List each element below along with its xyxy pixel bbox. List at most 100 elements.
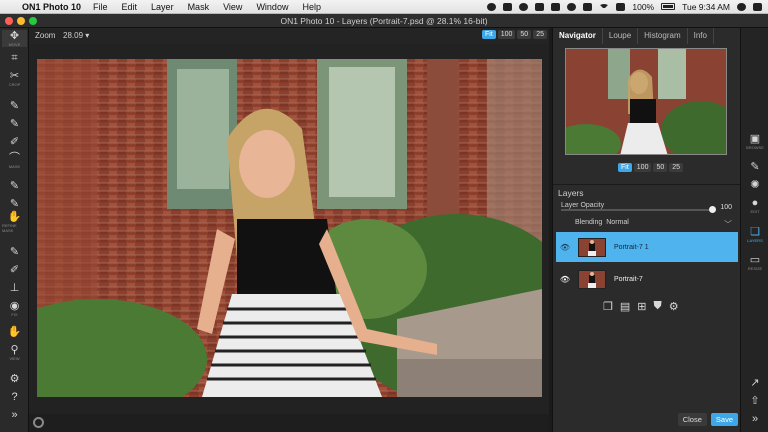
nav-zoom-25-button[interactable]: 25 <box>669 163 684 172</box>
layer-name: Portrait-7 <box>614 275 643 283</box>
close-button[interactable]: Close <box>677 413 707 426</box>
layer-settings-gear-icon[interactable]: ⚙ <box>669 300 679 313</box>
blending-row[interactable]: Blending Normal <box>553 219 741 226</box>
help-icon: ? <box>11 391 18 403</box>
collapse-panel-button[interactable]: » <box>743 407 767 431</box>
fill-layer-icon[interactable]: ⛊ <box>654 300 662 313</box>
display-icon[interactable] <box>551 2 561 11</box>
module-bar: ▣ BROWSE ✎ ✺ ● EDIT ❑ LAYERS ▭ RESIZE ↗ … <box>740 28 768 432</box>
menu-view[interactable]: View <box>223 2 242 12</box>
module-layers[interactable]: ❑ LAYERS <box>743 222 767 246</box>
zoom-fit-button[interactable]: Fit <box>481 30 496 39</box>
layer-row-portrait-7[interactable]: 👁 Portrait-7 <box>556 264 738 294</box>
chisel-icon: ✎ <box>9 198 20 210</box>
nav-zoom-100-button[interactable]: 100 <box>633 163 652 172</box>
preview-toggle-icon[interactable] <box>33 417 44 428</box>
portrait-photo[interactable] <box>37 59 542 397</box>
settings-tool[interactable]: ⚙ <box>2 371 27 388</box>
navigator-thumbnail[interactable] <box>565 48 727 155</box>
crop-tool[interactable]: ⌗ <box>2 50 27 67</box>
layer-thumbnail <box>578 237 606 257</box>
layer-visibility-eye-icon[interactable]: 👁 <box>556 243 574 252</box>
clone-stamp-tool[interactable]: ⊥ <box>2 280 27 297</box>
module-resize[interactable]: ▭ RESIZE <box>743 250 767 274</box>
wifi-icon[interactable] <box>599 3 610 10</box>
module-edit[interactable]: ● EDIT <box>743 193 767 217</box>
volume-icon[interactable] <box>616 2 626 11</box>
right-panel: Navigator Loupe Histogram Info Fit 100 5… <box>552 28 741 432</box>
menu-help[interactable]: Help <box>302 2 321 12</box>
tab-info[interactable]: Info <box>688 28 714 44</box>
refine-brush-tool[interactable]: ✎ <box>2 178 27 195</box>
zoom-100-button[interactable]: 100 <box>497 30 516 39</box>
chevron-down-icon[interactable]: ﹀ <box>724 219 732 230</box>
new-layer-icon[interactable]: ▤ <box>620 300 630 313</box>
opacity-slider-handle[interactable] <box>709 206 716 213</box>
menu-edit[interactable]: Edit <box>122 2 138 12</box>
collapse-sidebar-tool[interactable]: » <box>2 407 27 424</box>
image-canvas[interactable] <box>29 44 549 414</box>
mask-tool[interactable]: ⌒ MASK <box>2 152 27 169</box>
minimize-window-icon[interactable] <box>17 17 25 25</box>
layer-row-portrait-7-1[interactable]: 👁 Portrait-7 1 <box>556 232 738 262</box>
eraser-icon: ✐ <box>9 264 20 276</box>
brush-icon: ✎ <box>9 100 20 112</box>
tab-histogram[interactable]: Histogram <box>638 28 688 44</box>
module-browse-label: BROWSE <box>746 144 764 150</box>
creative-cloud-icon[interactable] <box>487 2 497 11</box>
battery-icon[interactable] <box>661 3 676 10</box>
tab-navigator[interactable]: Navigator <box>553 28 603 44</box>
layer-opacity-slider[interactable] <box>561 206 716 213</box>
masking-bug-tool[interactable]: ✎ <box>2 116 27 133</box>
close-window-icon[interactable] <box>5 17 13 25</box>
notification-center-icon[interactable] <box>753 2 762 11</box>
app-menu[interactable]: ON1 Photo 10 <box>22 2 81 12</box>
refine-mask-label: REFINE MASK <box>2 223 17 233</box>
zoom-tool[interactable]: ⚲ VIEW <box>2 344 27 361</box>
sync-icon[interactable] <box>519 2 529 11</box>
transform-tool[interactable]: ✂ CROP <box>2 70 27 87</box>
module-edit-label: EDIT <box>750 208 760 214</box>
retouch-brush-tool[interactable]: ✎ <box>2 244 27 261</box>
red-eye-tool[interactable]: ◉ FIX <box>2 300 27 317</box>
nav-zoom-fit-button[interactable]: Fit <box>618 163 632 172</box>
move-tool-label: MOVE <box>8 41 21 47</box>
perfect-eraser-tool[interactable]: ✐ <box>2 262 27 279</box>
menu-window[interactable]: Window <box>256 2 288 12</box>
menu-file[interactable]: File <box>93 2 108 12</box>
mask-tool-label: MASK <box>8 163 21 169</box>
time-machine-icon[interactable] <box>567 2 577 11</box>
menu-mask[interactable]: Mask <box>188 2 210 12</box>
spotlight-icon[interactable] <box>737 2 746 11</box>
layer-visibility-eye-icon[interactable]: 👁 <box>556 275 574 284</box>
menubar-clock[interactable]: Tue 9:34 AM <box>682 2 730 12</box>
zoom-50-button[interactable]: 50 <box>517 30 532 39</box>
zoom-window-icon[interactable] <box>29 17 37 25</box>
bluetooth-icon[interactable] <box>583 2 593 11</box>
module-browse[interactable]: ▣ BROWSE <box>743 129 767 153</box>
zoom-buttons: Fit 100 50 25 <box>481 30 547 39</box>
refine-mask-tool[interactable]: ✋ REFINE MASK <box>2 212 27 234</box>
scissors-icon: ✂ <box>9 69 20 82</box>
hand-tool[interactable]: ✋ <box>2 324 27 341</box>
gradient-mask-tool[interactable]: ✐ <box>2 134 27 151</box>
dropbox-icon[interactable] <box>503 2 513 11</box>
zoom-25-button[interactable]: 25 <box>533 30 547 39</box>
gear-icon: ⚙ <box>9 373 20 385</box>
merge-layers-icon[interactable]: ⊞ <box>637 300 646 313</box>
hand-icon: ✋ <box>7 326 22 338</box>
tab-loupe[interactable]: Loupe <box>603 28 639 44</box>
nav-zoom-50-button[interactable]: 50 <box>653 163 668 172</box>
help-tool[interactable]: ? <box>2 389 27 406</box>
layers-title: Layers <box>553 184 741 198</box>
move-tool[interactable]: ✥ MOVE <box>2 30 27 47</box>
zoom-value[interactable]: 28.09 ▾ <box>63 31 89 40</box>
save-button[interactable]: Save <box>710 413 738 426</box>
share-icon: ⇧ <box>750 395 760 407</box>
evernote-icon[interactable] <box>535 2 545 11</box>
duplicate-layer-icon[interactable]: ❐ <box>603 300 613 313</box>
fix-tool-label: FIX <box>11 311 18 317</box>
masking-brush-tool[interactable]: ✎ <box>2 98 27 115</box>
menu-layer[interactable]: Layer <box>151 2 174 12</box>
window-titlebar: ON1 Photo 10 - Layers (Portrait-7.psd @ … <box>0 14 768 28</box>
